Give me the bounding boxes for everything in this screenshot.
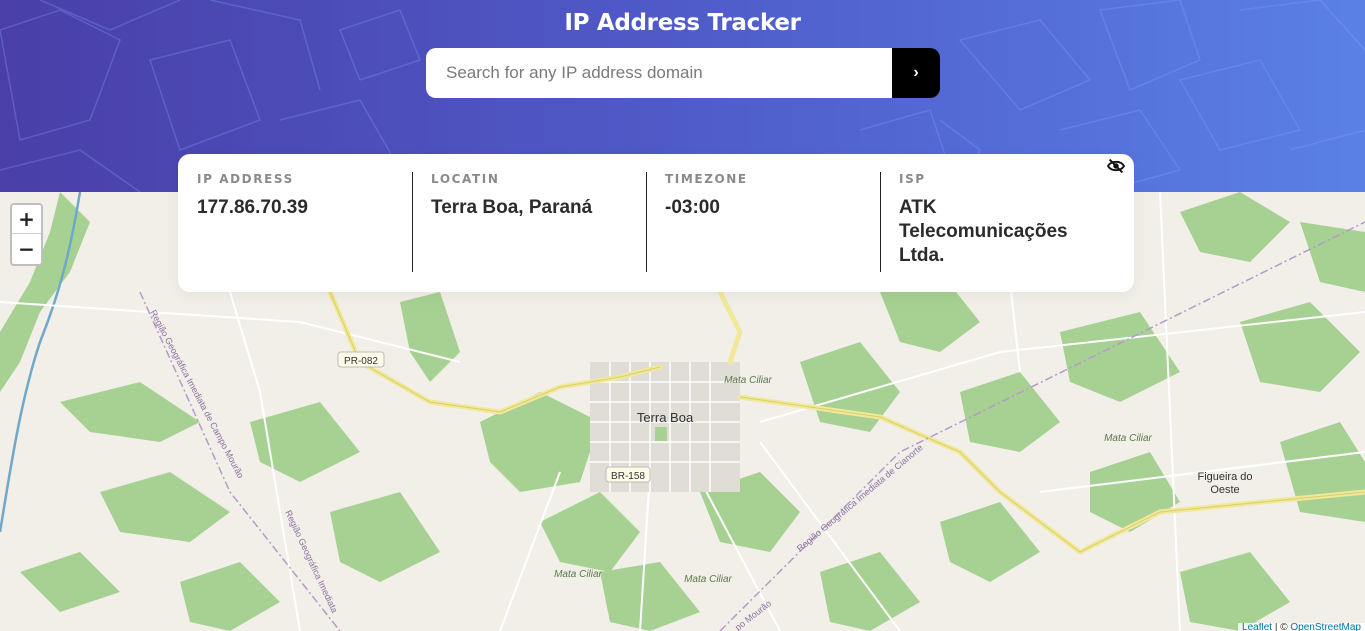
isp-value-line: ATK: [899, 197, 937, 218]
town-label: Figueira do: [1197, 471, 1252, 483]
page-title: IP Address Tracker: [564, 10, 801, 36]
svg-text:BR-158: BR-158: [611, 471, 645, 482]
search-submit-button[interactable]: ›: [892, 48, 940, 98]
ip-address-label: IP ADDRESS: [197, 172, 294, 186]
isp-label: ISP: [899, 172, 926, 186]
map-attribution: Leaflet | © OpenStreetMap: [1238, 623, 1365, 631]
forest-label: Mata Ciliar: [1104, 433, 1152, 444]
search-input[interactable]: [426, 48, 892, 98]
isp-value: ATK Telecomunicações Ltda.: [899, 196, 1114, 268]
ip-address-value: 177.86.70.39: [197, 197, 308, 218]
timezone-value: -03:00: [665, 197, 720, 218]
isp-value-line: Ltda.: [899, 245, 945, 266]
osm-link[interactable]: OpenStreetMap: [1290, 623, 1361, 631]
location-label: LOCATIN: [431, 172, 500, 186]
search-bar: ›: [426, 48, 940, 98]
forest-label: Mata Ciliar: [554, 569, 602, 580]
location-value: Terra Boa, Paraná: [431, 197, 593, 218]
forest-label: Mata Ciliar: [724, 375, 772, 386]
timezone-section: TIMEZONE -03:00: [646, 172, 880, 272]
leaflet-link[interactable]: Leaflet: [1242, 623, 1272, 631]
location-section: LOCATIN Terra Boa, Paraná: [412, 172, 646, 272]
timezone-label: TIMEZONE: [665, 172, 748, 186]
region-label: Região Geográfica Imediata de Cianorte: [795, 442, 925, 553]
region-label: Região Geográfica Imediata de Campo Mour…: [148, 308, 246, 480]
town-label: Oeste: [1210, 484, 1239, 496]
ip-address-section: IP ADDRESS 177.86.70.39: [178, 172, 412, 272]
road-shield-br158: BR-158: [605, 466, 651, 483]
zoom-in-button[interactable]: +: [12, 205, 41, 234]
svg-text:PR-082: PR-082: [344, 356, 378, 367]
ip-info-card: IP ADDRESS 177.86.70.39 LOCATIN Terra Bo…: [178, 154, 1134, 292]
region-label: po Mourão: [733, 598, 773, 631]
isp-section: ISP ATK Telecomunicações Ltda.: [880, 172, 1114, 272]
eye-slash-icon[interactable]: [1106, 158, 1126, 174]
region-label: Região Geográfica Imediata: [283, 509, 339, 615]
city-label: Terra Boa: [637, 410, 694, 425]
isp-value-line: Telecomunicações: [899, 221, 1068, 242]
forest-label: Mata Ciliar: [684, 574, 732, 585]
zoom-out-button[interactable]: −: [12, 234, 41, 263]
road-shield-pr082: PR-082: [337, 351, 385, 368]
chevron-right-icon: ›: [913, 64, 919, 81]
map-zoom-control: + −: [10, 203, 43, 266]
attribution-separator: | ©: [1272, 623, 1291, 631]
